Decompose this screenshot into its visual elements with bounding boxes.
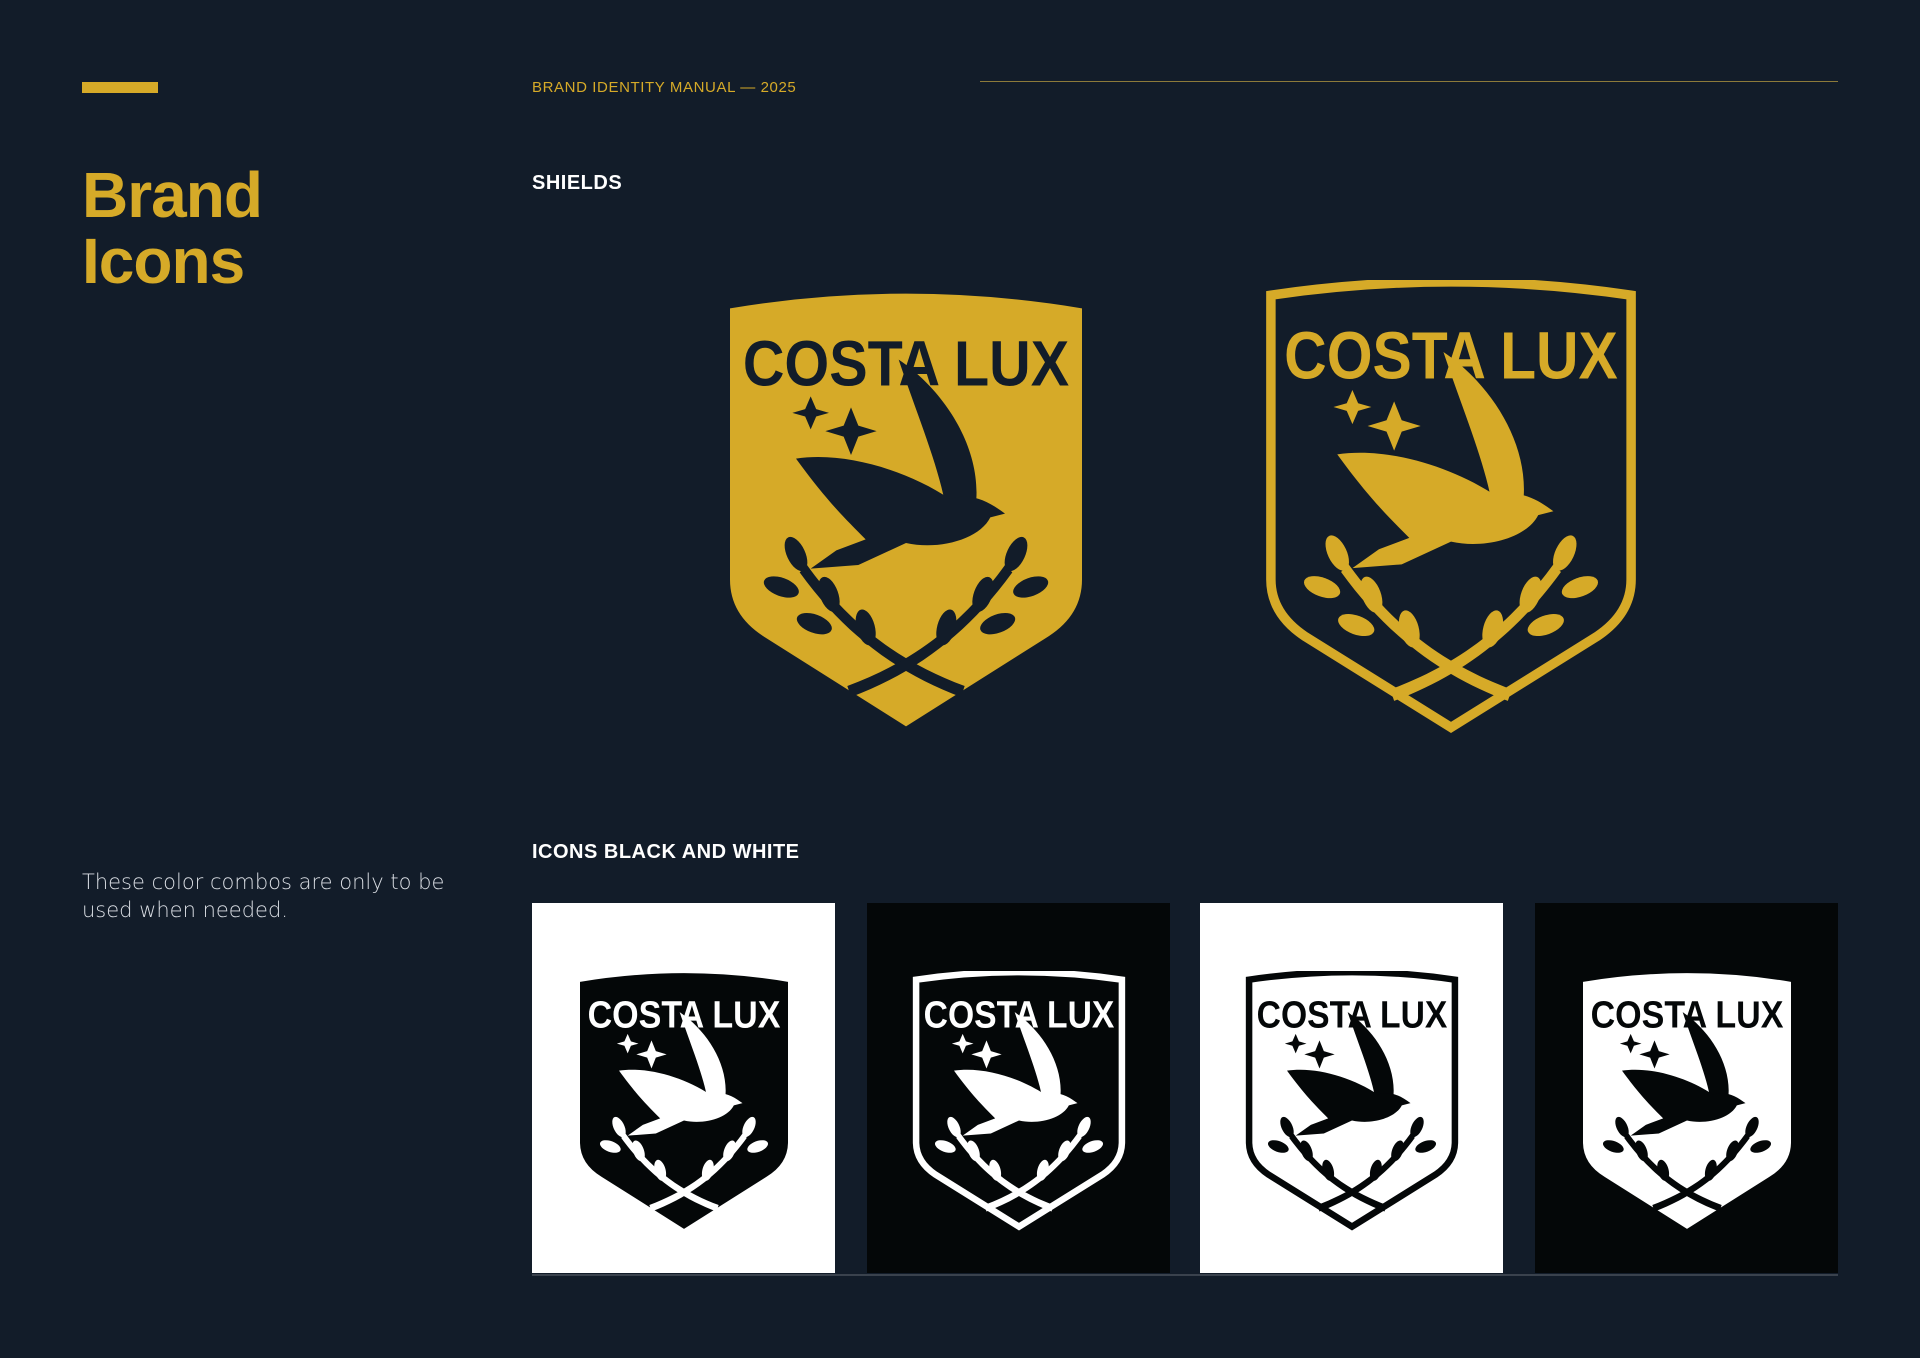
footer-divider [532,1274,1838,1276]
header-divider [980,81,1838,82]
shield-logo-solid-gold: COSTA LUX [730,293,1082,727]
shield-wordmark: COSTA LUX [1284,320,1618,394]
section-label-icons: ICONS BLACK AND WHITE [532,841,800,863]
star-icon [1333,389,1372,425]
star-icon [951,1033,974,1054]
shield-logo-black-outline: COSTA LUX [1245,971,1459,1231]
page-title-line-1: Brand [82,159,263,231]
star-icon [1304,1040,1335,1069]
star-icon [971,1040,1002,1069]
star-icon [1367,401,1421,451]
laurel-icon [1303,535,1599,701]
icon-tile-white-outline-on-black: COSTA LUX [867,903,1170,1273]
section-label-shields: SHIELDS [532,172,623,194]
usage-note: These color combos are only to be used w… [82,870,445,922]
laurel-icon [934,1116,1104,1212]
manual-label: BRAND IDENTITY MANUAL — 2025 [532,79,797,96]
star-icon [1284,1033,1307,1054]
shield-logo-white-outline: COSTA LUX [912,971,1126,1231]
icon-tile-black-on-white: COSTA LUX [532,903,835,1273]
laurel-icon [1267,1116,1437,1212]
accent-bar [82,82,158,93]
shield-logo-gold-outline: COSTA LUX [1266,280,1636,734]
icon-tile-white-on-black: COSTA LUX [1535,903,1838,1273]
icon-tile-black-outline-on-white: COSTA LUX [1200,903,1503,1273]
page-title-line-2: Icons [82,225,245,297]
shield-logo-solid-black: COSTA LUX [580,973,788,1229]
page-title: Brand Icons [82,159,263,297]
shield-logo-solid-white: COSTA LUX [1583,973,1791,1229]
shield-wordmark: COSTA LUX [743,327,1070,399]
